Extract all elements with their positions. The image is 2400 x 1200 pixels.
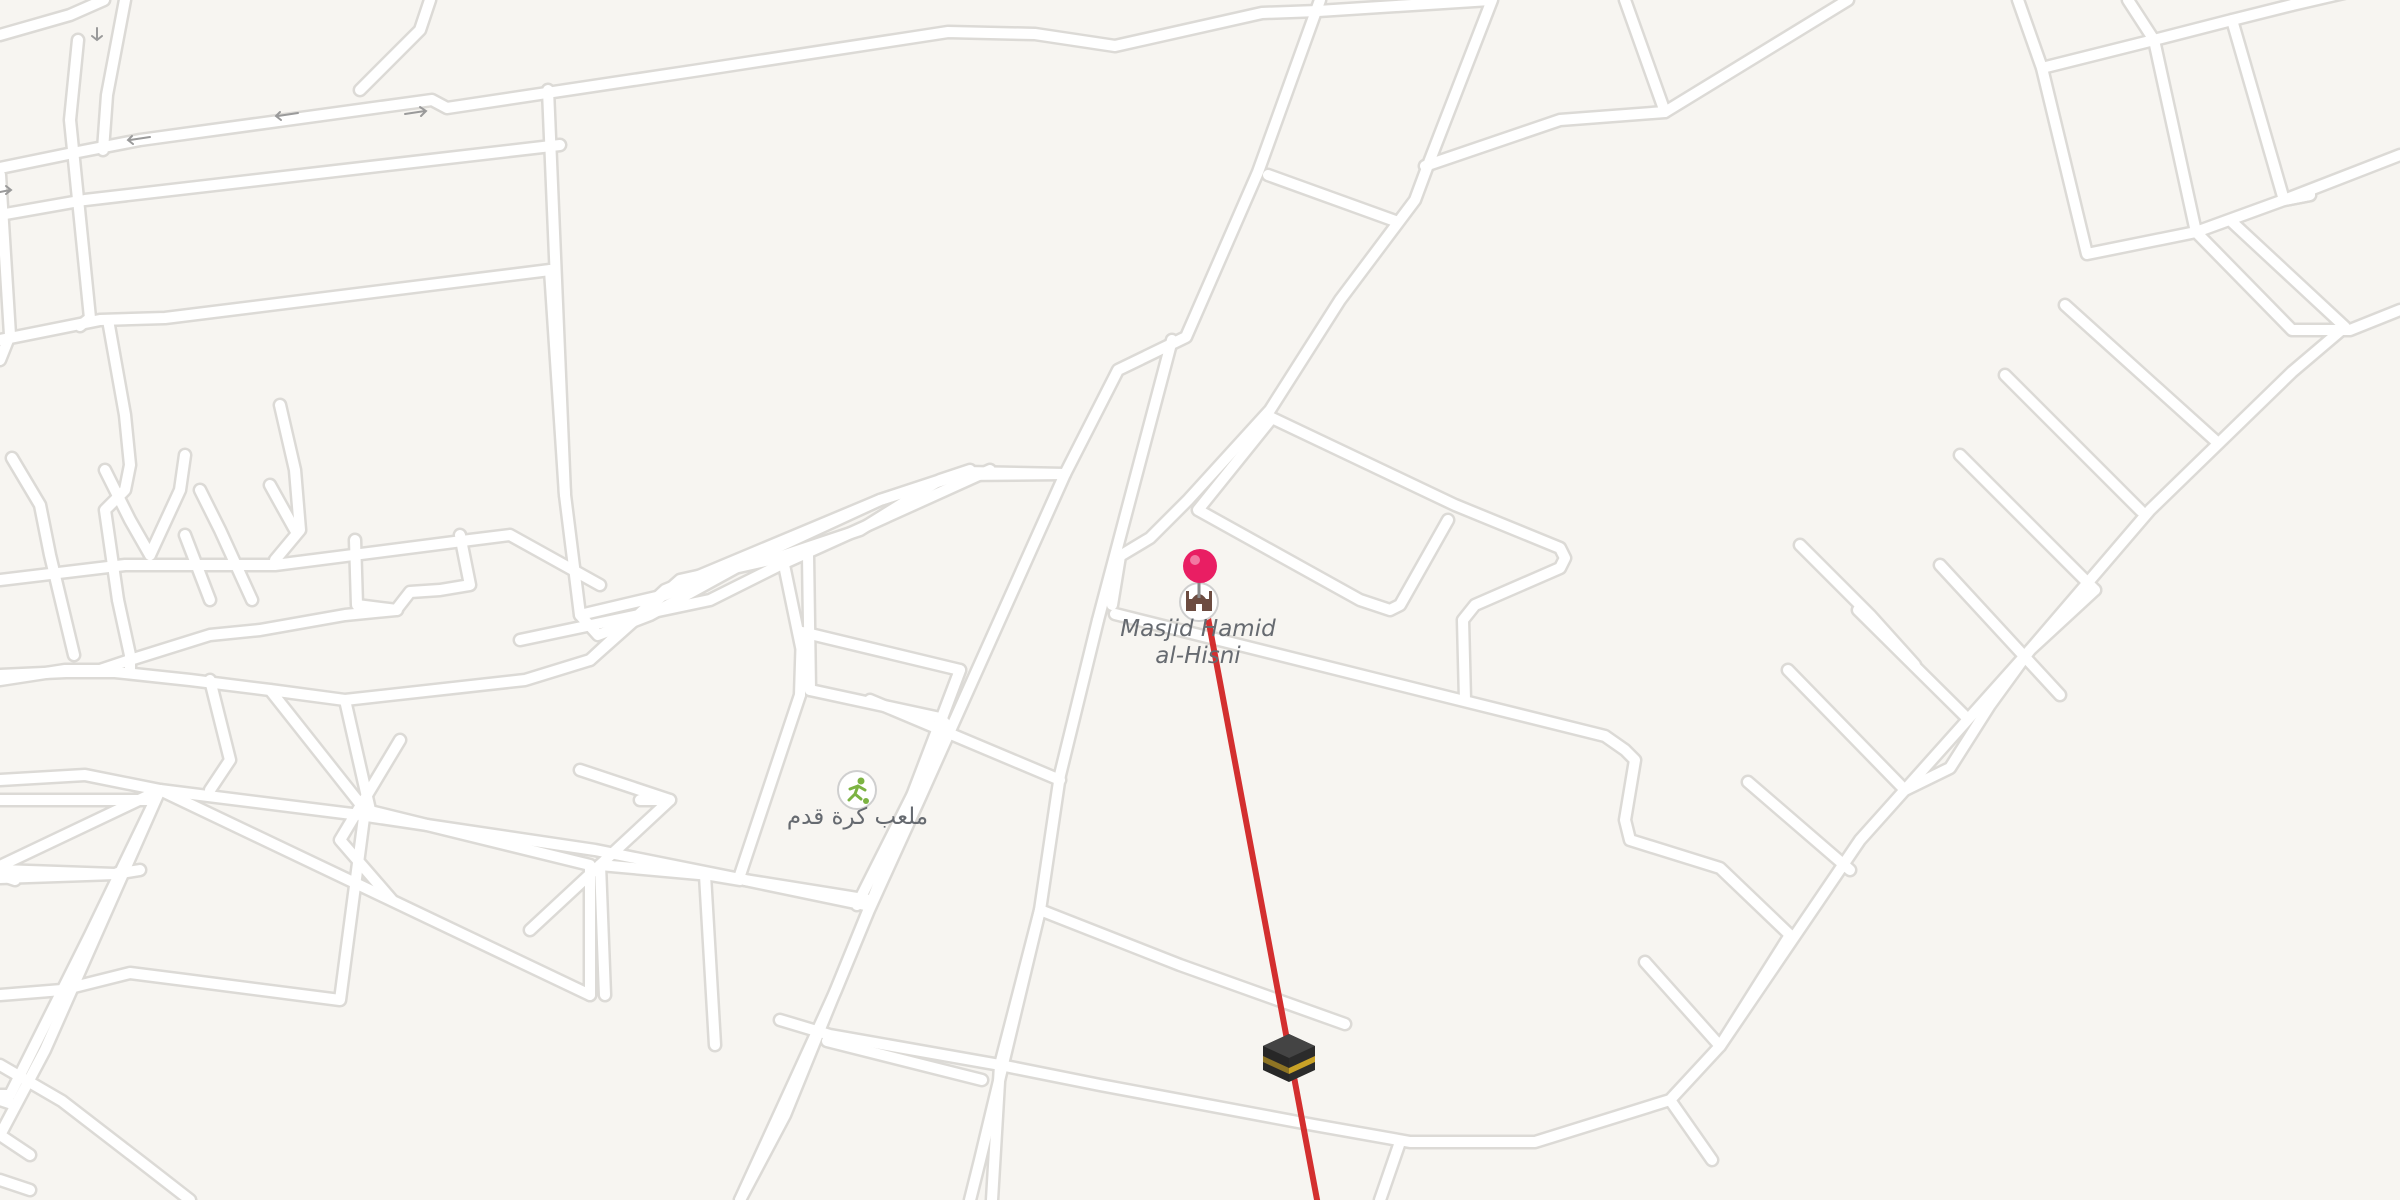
- road-segment: [1795, 540, 1920, 670]
- road-segment: [2287, 0, 2336, 10]
- road-segment: [1743, 777, 1855, 875]
- road-segment: [2123, 0, 2159, 45]
- road-segment: [1107, 0, 1497, 610]
- road-segment: [803, 550, 815, 695]
- map-view[interactable]: Masjid Hamid al-Hisni ملعب كرة قدم: [0, 0, 2400, 1200]
- poi-label-mosque-line2: al-Hisni: [1155, 643, 1241, 669]
- poi-label-mosque-line1: Masjid Hamid: [1120, 616, 1276, 642]
- road-segment: [0, 870, 20, 885]
- poi-label-football-field[interactable]: ملعب كرة قدم: [755, 804, 960, 831]
- road-segment: [0, 1060, 195, 1200]
- road-segment: [1955, 450, 2100, 595]
- road-segment: [2000, 370, 2146, 516]
- road-segment: [0, 1095, 20, 1110]
- road-segment: [1620, 0, 1670, 117]
- road-segment: [1263, 170, 1403, 227]
- poi-label-mosque[interactable]: Masjid Hamid al-Hisni: [1098, 616, 1298, 670]
- road-segment: [1665, 1095, 1717, 1165]
- road-segment: [2060, 300, 2223, 448]
- map-canvas[interactable]: [0, 0, 2400, 1200]
- road-segment: [595, 860, 610, 1000]
- one-way-arrow-icon: [91, 27, 103, 42]
- kaaba-icon[interactable]: [1263, 1034, 1315, 1082]
- road-segment: [987, 905, 1045, 1200]
- road-segment: [2279, 150, 2400, 205]
- road-segment: [2227, 15, 2315, 205]
- road-segment: [1783, 665, 1910, 795]
- road-segment: [575, 765, 675, 805]
- road-segment: [2037, 0, 2297, 73]
- road-segment: [1640, 957, 1725, 1051]
- road-segment: [735, 690, 805, 880]
- road-segment: [0, 0, 109, 40]
- road-segment: [2149, 35, 2201, 237]
- road-segment: [1035, 905, 1350, 1029]
